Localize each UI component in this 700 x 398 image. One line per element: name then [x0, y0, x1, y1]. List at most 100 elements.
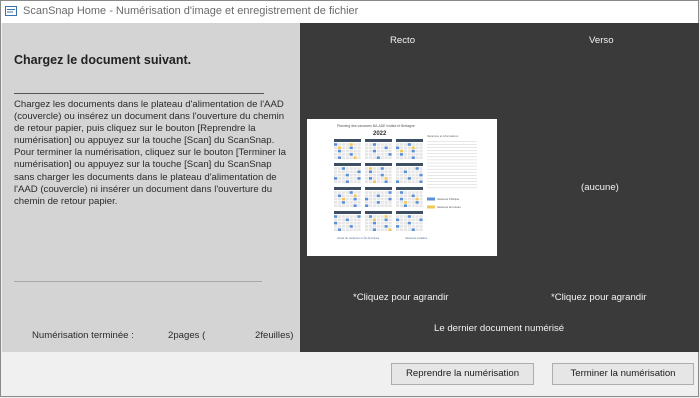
back-enlarge-hint[interactable]: *Cliquez pour agrandir: [551, 292, 646, 303]
thumb-legend-blue: Vacances d'Afrique: [437, 197, 460, 201]
thumb-day-cell: [419, 167, 423, 170]
thumb-day-cell: [380, 225, 384, 228]
thumb-day-cell: [345, 177, 349, 180]
thumb-day-cell: [407, 201, 411, 204]
thumb-day-cell: [368, 204, 373, 207]
thumb-day-cell: [372, 218, 376, 222]
thumb-day-cell: [349, 228, 353, 231]
thumb-day-cell: [415, 228, 419, 231]
thumb-day-cell: [376, 201, 380, 204]
thumb-day-cell: [376, 170, 380, 174]
thumb-day-cell: [407, 215, 411, 218]
thumb-day-cell: [357, 149, 361, 153]
thumb-day-cell: [380, 204, 384, 207]
thumb-day-cell: [415, 191, 419, 194]
thumb-day-cell: [345, 201, 349, 204]
front-enlarge-hint[interactable]: *Cliquez pour agrandir: [353, 292, 448, 303]
thumb-day-cell: [372, 228, 376, 231]
thumb-day-cell: [396, 201, 400, 204]
thumb-day-cell: [403, 194, 407, 198]
thumb-day-cell: [380, 146, 384, 150]
thumb-day-cell: [399, 167, 404, 170]
thumb-day-cell: [372, 197, 376, 201]
front-page-thumbnail[interactable]: Planning des vacances BA-ADE Institut et…: [307, 119, 497, 256]
thumb-day-cell: [376, 143, 380, 146]
thumb-day-cell: [345, 225, 349, 228]
thumb-day-cell: [419, 221, 423, 225]
thumb-day-cell: [372, 221, 376, 225]
thumb-day-cell: [357, 177, 361, 180]
thumb-day-cell: [357, 197, 361, 201]
thumb-day-cell: [380, 201, 384, 204]
resume-scan-button[interactable]: Reprendre la numérisation: [391, 363, 534, 385]
thumb-day-cell: [388, 191, 392, 194]
thumb-day-cell: [411, 201, 415, 204]
thumb-day-cell: [411, 170, 415, 174]
thumb-legend-line: [427, 162, 477, 164]
scanned-calendar-image: Planning des vacances BA-ADE Institut et…: [334, 124, 477, 240]
thumb-day-cell: [384, 197, 388, 201]
thumb-day-cell: [384, 177, 388, 180]
thumb-day-cell: [353, 173, 357, 177]
thumb-day-cell: [419, 156, 423, 159]
thumb-day-cell: [403, 156, 407, 159]
thumb-day-cell: [419, 173, 423, 177]
thumb-day-cell: [384, 149, 388, 153]
thumb-legend-line: [427, 153, 477, 154]
thumb-day-cell: [372, 194, 376, 198]
thumb-day-cell: [365, 201, 369, 204]
thumb-day-cell: [403, 204, 407, 207]
thumb-day-cell: [388, 143, 392, 146]
thumb-day-cell: [411, 221, 415, 225]
title-bar[interactable]: ScanSnap Home - Numérisation d'image et …: [1, 1, 698, 23]
thumb-day-cell: [353, 194, 357, 198]
sheet-count: 2feuilles): [255, 330, 294, 341]
thumb-day-cell: [415, 225, 419, 228]
thumb-day-cell: [341, 191, 345, 194]
thumb-day-cell: [349, 221, 353, 225]
thumb-day-cell: [341, 197, 345, 201]
thumb-day-cell: [384, 225, 388, 228]
thumb-day-cell: [372, 204, 376, 207]
thumb-day-cell: [376, 225, 380, 228]
thumb-day-cell: [419, 197, 423, 201]
thumb-day-cell: [407, 143, 411, 146]
thumb-day-cell: [396, 143, 400, 146]
thumb-day-cell: [396, 218, 400, 222]
thumb-day-cell: [368, 191, 373, 194]
thumb-day-cell: [411, 143, 415, 146]
thumb-day-cell: [419, 218, 423, 222]
thumb-day-cell: [365, 153, 369, 156]
thumb-day-cell: [407, 225, 411, 228]
thumb-day-cell: [411, 156, 415, 159]
thumb-month-header: [396, 163, 423, 166]
page-count: 2pages (: [168, 330, 206, 341]
thumb-day-cell: [365, 173, 369, 177]
finish-scan-button[interactable]: Terminer la numérisation: [552, 363, 694, 385]
thumb-day-cell: [353, 170, 357, 174]
thumb-day-cell: [357, 194, 361, 198]
thumb-day-cell: [411, 218, 415, 222]
back-side-label: Verso: [589, 35, 614, 46]
thumb-day-cell: [365, 221, 369, 225]
thumb-day-cell: [376, 180, 380, 183]
thumb-day-cell: [415, 204, 419, 207]
thumb-day-cell: [353, 218, 357, 222]
thumb-day-cell: [396, 177, 400, 180]
thumb-day-cell: [376, 228, 380, 231]
thumb-day-cell: [403, 149, 407, 153]
thumb-day-cell: [411, 149, 415, 153]
thumb-day-cell: [399, 228, 404, 231]
thumb-day-cell: [380, 215, 384, 218]
thumb-day-cell: [345, 194, 349, 198]
thumb-day-cell: [403, 153, 407, 156]
thumb-day-cell: [419, 225, 423, 228]
thumb-day-cell: [345, 204, 349, 207]
thumb-day-cell: [419, 170, 423, 174]
thumb-day-cell: [341, 221, 345, 225]
scan-dialog-window: ScanSnap Home - Numérisation d'image et …: [0, 0, 699, 397]
thumb-day-cell: [411, 215, 415, 218]
thumb-day-cell: [388, 221, 392, 225]
thumb-day-cell: [365, 218, 369, 222]
thumb-day-cell: [372, 225, 376, 228]
